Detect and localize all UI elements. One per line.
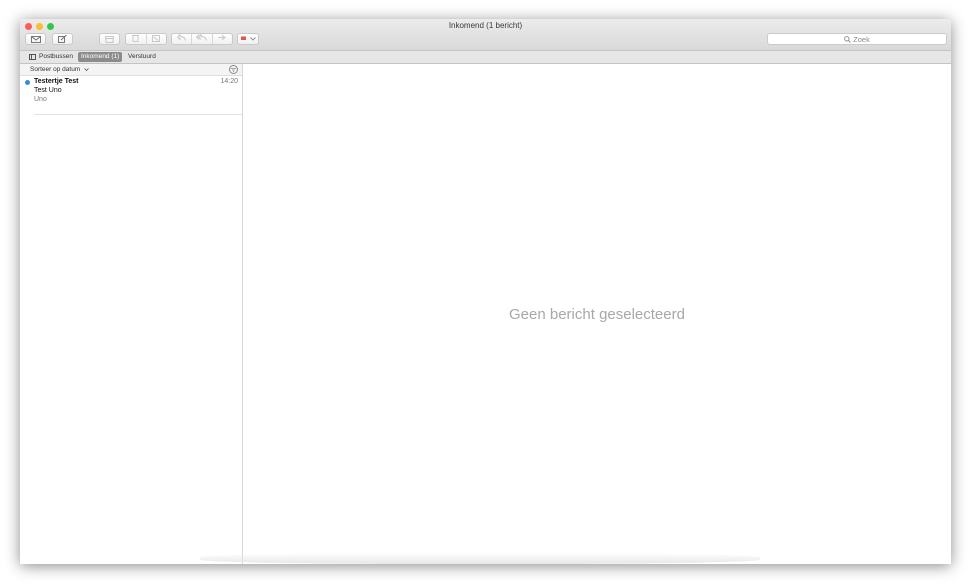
delete-junk-group	[125, 33, 167, 45]
favorites-bar: Postbussen Inkomend (1) Verstuurd	[20, 51, 951, 64]
sort-button[interactable]: Sorteer op datum	[30, 65, 89, 74]
envelope-icon	[30, 35, 41, 43]
message-list: Sorteer op datum Testertje Test 14:20 Te…	[20, 64, 243, 564]
divider	[34, 114, 242, 115]
mail-window: Inkomend (1 bericht) Zoek Postbussen Ink…	[20, 19, 951, 564]
list-item[interactable]: Testertje Test 14:20 Test Uno Uno	[20, 76, 242, 115]
reply-all-button[interactable]	[191, 33, 211, 44]
trash-icon	[132, 34, 140, 42]
search-input[interactable]: Zoek	[767, 33, 947, 45]
message-preview: Uno	[34, 96, 47, 103]
favorite-mailboxes-label: Postbussen	[39, 53, 73, 60]
get-mail-button[interactable]	[25, 33, 46, 45]
unread-dot	[25, 80, 30, 85]
trash-button[interactable]	[126, 34, 146, 45]
no-message-placeholder: Geen bericht geselecteerd	[509, 306, 685, 323]
message-sender: Testertje Test	[34, 78, 79, 85]
favorite-sent-label: Verstuurd	[128, 53, 156, 60]
chevron-down-icon	[84, 68, 89, 72]
flag-icon	[240, 36, 246, 40]
message-subject: Test Uno	[34, 87, 62, 94]
compose-icon	[58, 35, 67, 43]
filter-icon[interactable]	[229, 65, 238, 74]
junk-button[interactable]	[145, 33, 167, 45]
favorite-inbox[interactable]: Inkomend (1)	[78, 52, 123, 62]
search-icon	[844, 35, 851, 43]
search-placeholder: Zoek	[853, 34, 870, 44]
archive-button[interactable]	[99, 33, 120, 45]
bottom-shadow	[200, 553, 760, 564]
sort-bar: Sorteer op datum	[20, 64, 242, 76]
message-viewer: Geen bericht geselecteerd	[243, 64, 951, 564]
reply-icon	[177, 33, 187, 41]
window-title: Inkomend (1 bericht)	[448, 21, 523, 30]
sidebar-icon	[29, 54, 36, 60]
junk-icon	[152, 34, 161, 42]
compose-button[interactable]	[52, 33, 73, 45]
forward-icon	[218, 34, 226, 41]
archive-icon	[105, 35, 114, 43]
favorite-mailboxes[interactable]: Postbussen	[26, 52, 76, 62]
flag-button[interactable]	[237, 33, 259, 45]
favorite-sent[interactable]: Verstuurd	[125, 52, 159, 62]
reply-group	[171, 33, 233, 45]
forward-button[interactable]	[211, 34, 232, 44]
message-time: 14:20	[220, 78, 238, 85]
reply-all-icon	[196, 33, 208, 41]
reply-button[interactable]	[172, 33, 191, 44]
favorite-inbox-label: Inkomend (1)	[81, 53, 120, 60]
sort-label: Sorteer op datum	[30, 66, 81, 73]
titlebar: Inkomend (1 bericht) Zoek	[20, 19, 951, 51]
chevron-down-icon	[249, 37, 256, 41]
